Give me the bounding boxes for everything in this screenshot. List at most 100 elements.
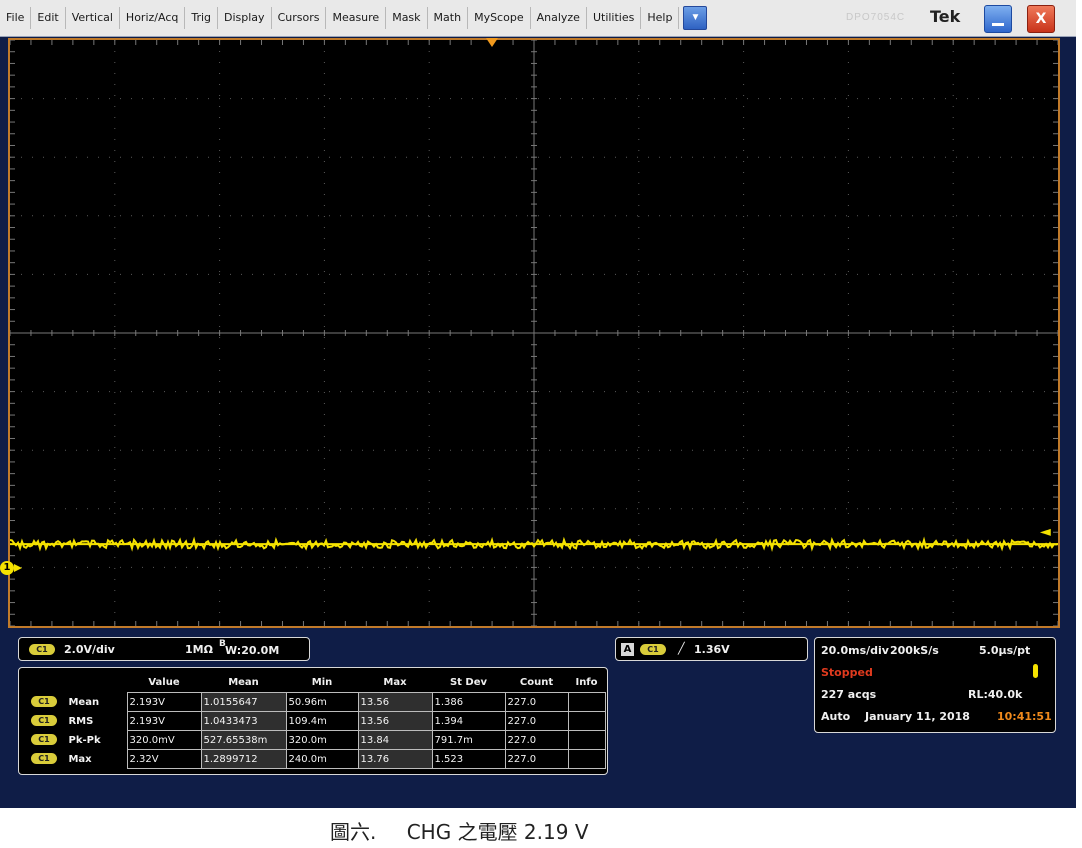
cell-max: 13.84 bbox=[357, 730, 433, 750]
measurements-table: Value Mean Min Max St Dev Count Info C1 … bbox=[25, 672, 606, 769]
trigger-mode-badge: A bbox=[621, 643, 634, 656]
ch1-ground-marker[interactable]: 1 bbox=[0, 561, 14, 575]
cell-info bbox=[567, 692, 606, 712]
header-max: Max bbox=[383, 676, 407, 688]
cell-mean: 1.2899712 bbox=[200, 749, 287, 769]
model-watermark: DPO7054C bbox=[846, 12, 906, 23]
acquisition-date: January 11, 2018 bbox=[865, 710, 970, 723]
acquisition-count: 227 acqs bbox=[821, 688, 877, 701]
cell-min: 240.0m bbox=[285, 749, 359, 769]
cell-min: 109.4m bbox=[285, 711, 359, 731]
cell-max: 13.56 bbox=[357, 692, 433, 712]
menu-list: File Edit Vertical Horiz/Acq Trig Displa… bbox=[0, 0, 708, 36]
measurement-label: C1 Max bbox=[25, 750, 127, 769]
ch1-ground-arrow-icon bbox=[14, 564, 22, 572]
measurement-label: C1 RMS bbox=[25, 712, 127, 731]
figure-number: 圖六. bbox=[330, 820, 377, 844]
figure-caption: 圖六. CHG 之電壓 2.19 V bbox=[330, 816, 589, 845]
cell-mean: 1.0155647 bbox=[200, 692, 287, 712]
menu-analyze[interactable]: Analyze bbox=[531, 7, 587, 29]
cell-info bbox=[567, 730, 606, 750]
resolution: 5.0µs/pt bbox=[979, 644, 1031, 657]
measurement-name: RMS bbox=[68, 715, 94, 727]
header-value: Value bbox=[148, 676, 180, 688]
ch1-badge: C1 bbox=[31, 734, 57, 746]
cell-value: 2.193V bbox=[126, 711, 202, 731]
trigger-position-marker[interactable] bbox=[486, 38, 498, 47]
trigger-level-marker[interactable]: ◄ bbox=[1040, 524, 1051, 540]
measurement-label: C1 Pk-Pk bbox=[25, 731, 127, 750]
menu-math[interactable]: Math bbox=[428, 7, 469, 29]
menu-myscope[interactable]: MyScope bbox=[468, 7, 531, 29]
trigger-mode: Auto bbox=[821, 710, 851, 723]
measurement-row[interactable]: C1 Pk-Pk 320.0mV 527.65538m 320.0m 13.84… bbox=[25, 730, 606, 750]
cell-max: 13.76 bbox=[357, 749, 433, 769]
cell-stdev: 791.7m bbox=[431, 730, 506, 750]
cell-max: 13.56 bbox=[357, 711, 433, 731]
header-info: Info bbox=[575, 676, 598, 688]
channel-panel[interactable]: C1 2.0V/div 1MΩ B W:20.0M bbox=[18, 637, 310, 661]
cell-count: 227.0 bbox=[504, 730, 569, 750]
menu-file[interactable]: File bbox=[0, 7, 32, 29]
menu-edit[interactable]: Edit bbox=[31, 7, 66, 29]
cell-stdev: 1.523 bbox=[431, 749, 506, 769]
thermometer-icon bbox=[1033, 664, 1038, 678]
cell-count: 227.0 bbox=[504, 749, 569, 769]
cell-info bbox=[567, 749, 606, 769]
trigger-level-value: 1.36V bbox=[694, 643, 730, 656]
ch1-badge: C1 bbox=[31, 696, 57, 708]
measurement-row[interactable]: C1 Max 2.32V 1.2899712 240.0m 13.76 1.52… bbox=[25, 749, 606, 769]
menu-utilities[interactable]: Utilities bbox=[587, 7, 642, 29]
figure-text: CHG 之電壓 2.19 V bbox=[406, 820, 589, 844]
cell-stdev: 1.386 bbox=[431, 692, 506, 712]
cell-stdev: 1.394 bbox=[431, 711, 506, 731]
minimize-button[interactable] bbox=[984, 5, 1012, 33]
cell-min: 320.0m bbox=[285, 730, 359, 750]
graticule bbox=[10, 40, 1058, 626]
waveform-display[interactable] bbox=[8, 38, 1060, 628]
measurements-panel[interactable]: Value Mean Min Max St Dev Count Info C1 … bbox=[18, 667, 608, 775]
cell-min: 50.96m bbox=[285, 692, 359, 712]
cell-value: 2.193V bbox=[126, 692, 202, 712]
cell-mean: 1.0433473 bbox=[200, 711, 287, 731]
menu-help[interactable]: Help bbox=[641, 7, 680, 29]
horizontal-panel[interactable]: 20.0ms/div 200kS/s 5.0µs/pt Stopped 227 … bbox=[814, 637, 1056, 733]
acquisition-status: Stopped bbox=[821, 666, 873, 679]
menu-vertical[interactable]: Vertical bbox=[66, 7, 120, 29]
cell-value: 2.32V bbox=[126, 749, 202, 769]
measurement-name: Max bbox=[68, 753, 92, 765]
tek-logo: Tek bbox=[930, 7, 961, 26]
vertical-scale: 2.0V/div bbox=[64, 643, 115, 656]
bandwidth-value: W:20.0M bbox=[225, 644, 280, 657]
cell-count: 227.0 bbox=[504, 692, 569, 712]
oscilloscope-app: File Edit Vertical Horiz/Acq Trig Displa… bbox=[0, 0, 1076, 808]
measurement-name: Pk-Pk bbox=[68, 734, 101, 746]
sample-rate: 200kS/s bbox=[890, 644, 939, 657]
menu-trig[interactable]: Trig bbox=[185, 7, 219, 29]
cell-value: 320.0mV bbox=[126, 730, 202, 750]
cell-info bbox=[567, 711, 606, 731]
header-blank bbox=[25, 672, 127, 693]
trigger-panel[interactable]: A C1 ╱ 1.36V bbox=[615, 637, 808, 661]
measurement-row[interactable]: C1 Mean 2.193V 1.0155647 50.96m 13.56 1.… bbox=[25, 692, 606, 712]
menu-display[interactable]: Display bbox=[218, 7, 272, 29]
menu-bar: File Edit Vertical Horiz/Acq Trig Displa… bbox=[0, 0, 1076, 37]
acquisition-time: 10:41:51 bbox=[997, 710, 1052, 723]
cell-mean: 527.65538m bbox=[200, 730, 287, 750]
menu-dropdown-button[interactable]: ▼ bbox=[683, 6, 708, 30]
close-button[interactable]: X bbox=[1027, 5, 1055, 33]
cell-count: 227.0 bbox=[504, 711, 569, 731]
menu-cursors[interactable]: Cursors bbox=[272, 7, 327, 29]
menu-mask[interactable]: Mask bbox=[386, 7, 428, 29]
menu-horiz-acq[interactable]: Horiz/Acq bbox=[120, 7, 186, 29]
header-stdev: St Dev bbox=[449, 676, 488, 688]
measurement-name: Mean bbox=[68, 696, 100, 708]
trigger-slope-icon: ╱ bbox=[678, 642, 685, 655]
ch1-badge: C1 bbox=[31, 715, 57, 727]
measurement-row[interactable]: C1 RMS 2.193V 1.0433473 109.4m 13.56 1.3… bbox=[25, 711, 606, 731]
header-count: Count bbox=[519, 676, 554, 688]
header-mean: Mean bbox=[228, 676, 259, 688]
menu-measure[interactable]: Measure bbox=[326, 7, 387, 29]
header-min: Min bbox=[311, 676, 333, 688]
measurement-label: C1 Mean bbox=[25, 693, 127, 712]
